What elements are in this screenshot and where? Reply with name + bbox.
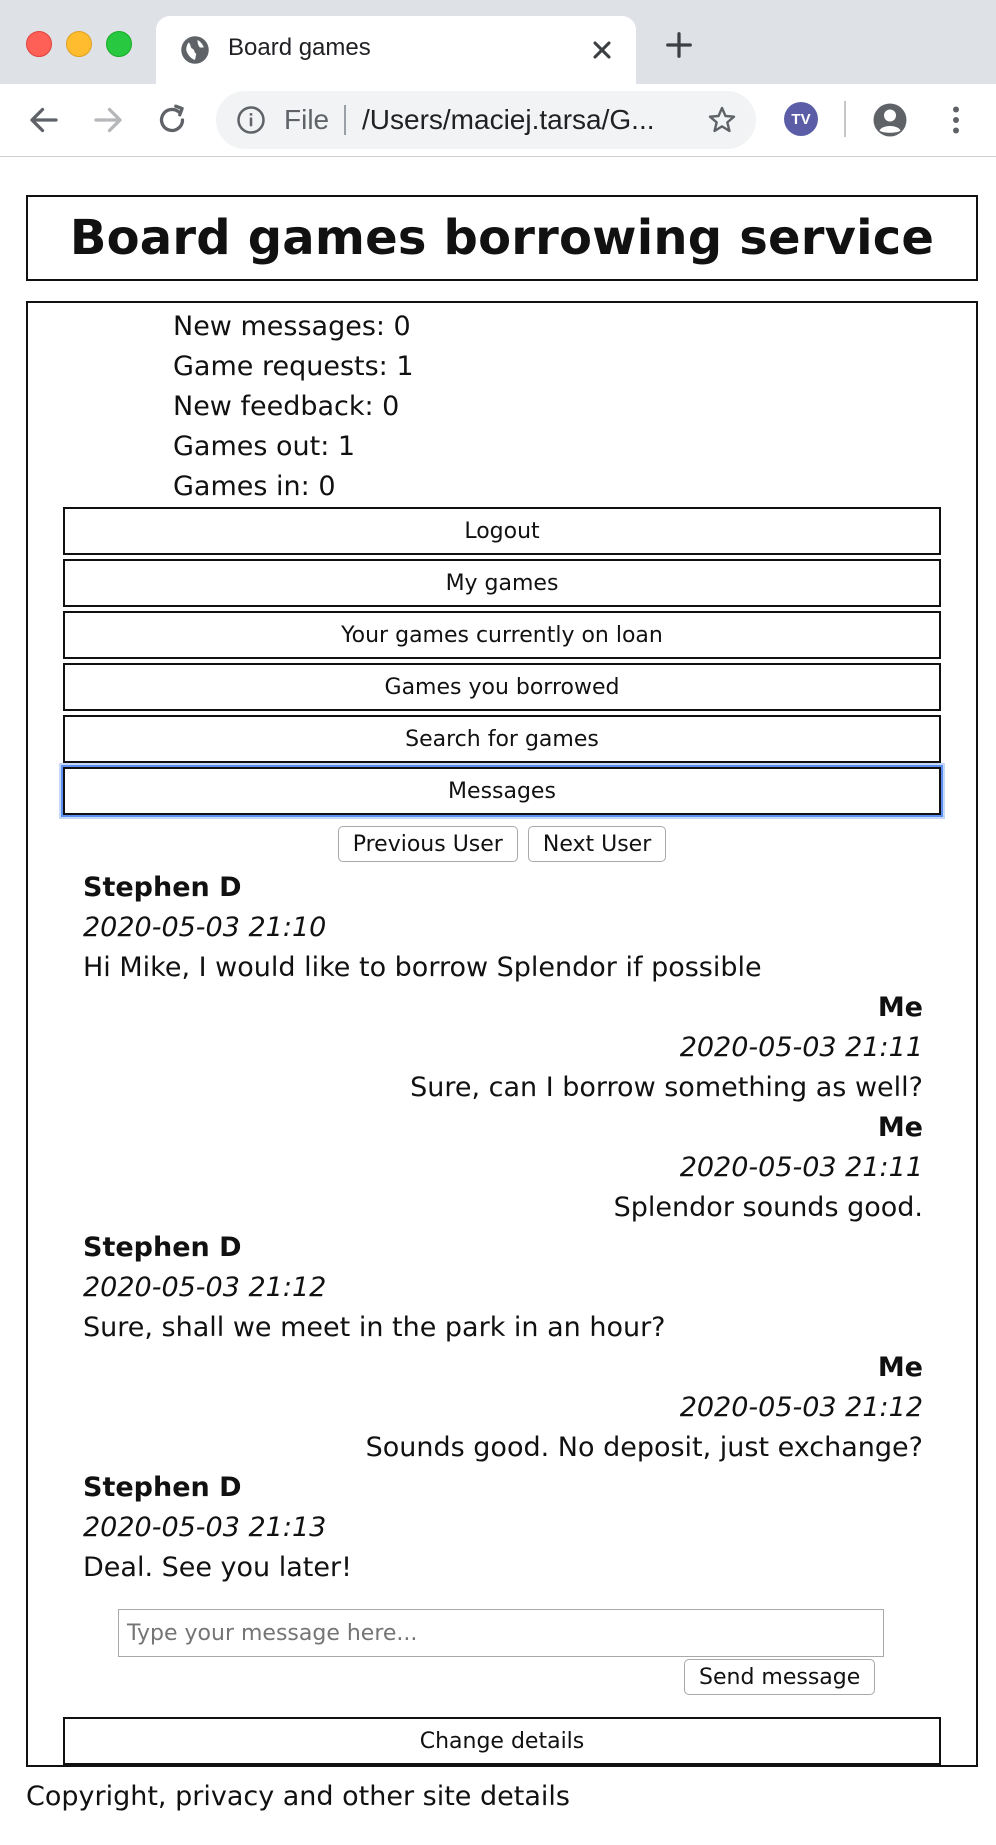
message-input[interactable]: Type your message here... bbox=[118, 1609, 884, 1657]
change-details-button[interactable]: Change details bbox=[63, 1717, 941, 1765]
stats-list: New messages: 0 Game requests: 1 New fee… bbox=[173, 307, 414, 507]
stat-games-in: Games in: 0 bbox=[173, 471, 336, 502]
address-bar[interactable]: File /Users/maciej.tarsa/G... bbox=[216, 91, 756, 149]
message-timestamp: 2020-05-03 21:11 bbox=[679, 1152, 923, 1183]
message-item: Me 2020-05-03 21:12 Sounds good. No depo… bbox=[83, 1348, 923, 1468]
window-zoom-button[interactable] bbox=[106, 31, 132, 57]
message-input-placeholder: Type your message here... bbox=[127, 1620, 418, 1646]
footer-text[interactable]: Copyright, privacy and other site detail… bbox=[26, 1781, 570, 1812]
message-item: Me 2020-05-03 21:11 Splendor sounds good… bbox=[83, 1108, 923, 1228]
message-timestamp: 2020-05-03 21:12 bbox=[679, 1392, 923, 1423]
page-header: Board games borrowing service bbox=[26, 195, 978, 281]
message-text: Hi Mike, I would like to borrow Splendor… bbox=[83, 952, 762, 983]
reload-icon[interactable] bbox=[154, 102, 190, 138]
message-author: Me bbox=[877, 992, 923, 1023]
message-text: Sure, shall we meet in the park in an ho… bbox=[83, 1312, 666, 1343]
search-games-button[interactable]: Search for games bbox=[63, 715, 941, 763]
games-borrowed-button[interactable]: Games you borrowed bbox=[63, 663, 941, 711]
stat-games-out: Games out: 1 bbox=[173, 431, 356, 462]
url-text[interactable]: /Users/maciej.tarsa/G... bbox=[362, 104, 655, 136]
window-minimize-button[interactable] bbox=[66, 31, 92, 57]
logout-button[interactable]: Logout bbox=[63, 507, 941, 555]
user-pager: Previous User Next User bbox=[28, 826, 976, 862]
message-item: Me 2020-05-03 21:11 Sure, can I borrow s… bbox=[83, 988, 923, 1108]
profile-avatar-icon[interactable] bbox=[872, 102, 908, 138]
tab-title: Board games bbox=[228, 34, 371, 61]
previous-user-button[interactable]: Previous User bbox=[337, 826, 518, 862]
browser-toolbar: File /Users/maciej.tarsa/G... bbox=[0, 84, 996, 157]
message-item: Stephen D 2020-05-03 21:12 Sure, shall w… bbox=[83, 1228, 923, 1348]
send-message-button[interactable]: Send message bbox=[684, 1659, 876, 1695]
window-close-button[interactable] bbox=[26, 31, 52, 57]
message-author: Stephen D bbox=[83, 1232, 242, 1263]
message-timestamp: 2020-05-03 21:10 bbox=[83, 912, 327, 943]
message-item: Stephen D 2020-05-03 21:10 Hi Mike, I wo… bbox=[83, 868, 923, 988]
message-thread: Stephen D 2020-05-03 21:10 Hi Mike, I wo… bbox=[83, 868, 923, 1588]
new-tab-icon[interactable] bbox=[664, 30, 694, 60]
message-author: Me bbox=[877, 1112, 923, 1143]
messages-button[interactable]: Messages bbox=[63, 767, 941, 815]
url-scheme: File bbox=[284, 104, 330, 135]
url-separator bbox=[344, 105, 346, 135]
send-area: Send message bbox=[684, 1659, 876, 1695]
my-games-button[interactable]: My games bbox=[63, 559, 941, 607]
forward-arrow-icon[interactable] bbox=[90, 102, 126, 138]
message-author: Me bbox=[877, 1352, 923, 1383]
toolbar-divider bbox=[844, 101, 846, 137]
message-author: Stephen D bbox=[83, 1472, 242, 1503]
star-bookmark-icon[interactable] bbox=[706, 104, 738, 136]
games-on-loan-button[interactable]: Your games currently on loan bbox=[63, 611, 941, 659]
globe-icon bbox=[181, 36, 209, 64]
message-item: Stephen D 2020-05-03 21:13 Deal. See you… bbox=[83, 1468, 923, 1588]
message-text: Splendor sounds good. bbox=[613, 1192, 923, 1223]
next-user-button[interactable]: Next User bbox=[527, 826, 667, 862]
menu-dots-icon[interactable] bbox=[938, 102, 974, 138]
stat-new-messages: New messages: 0 bbox=[173, 311, 411, 342]
browser-tab[interactable]: Board games bbox=[156, 16, 636, 84]
message-author: Stephen D bbox=[83, 872, 242, 903]
info-icon[interactable] bbox=[236, 105, 266, 135]
message-timestamp: 2020-05-03 21:12 bbox=[83, 1272, 327, 1303]
extension-icon[interactable]: TV bbox=[784, 102, 818, 136]
stat-game-requests: Game requests: 1 bbox=[173, 351, 414, 382]
close-icon[interactable] bbox=[588, 36, 616, 64]
message-text: Deal. See you later! bbox=[83, 1552, 352, 1583]
message-timestamp: 2020-05-03 21:11 bbox=[679, 1032, 923, 1063]
browser-tabstrip: Board games bbox=[0, 0, 996, 84]
main-panel: New messages: 0 Game requests: 1 New fee… bbox=[26, 301, 978, 1767]
stat-new-feedback: New feedback: 0 bbox=[173, 391, 400, 422]
message-timestamp: 2020-05-03 21:13 bbox=[83, 1512, 327, 1543]
back-arrow-icon[interactable] bbox=[26, 102, 62, 138]
message-text: Sure, can I borrow something as well? bbox=[410, 1072, 923, 1103]
message-text: Sounds good. No deposit, just exchange? bbox=[365, 1432, 923, 1463]
page-title: Board games borrowing service bbox=[69, 210, 935, 266]
